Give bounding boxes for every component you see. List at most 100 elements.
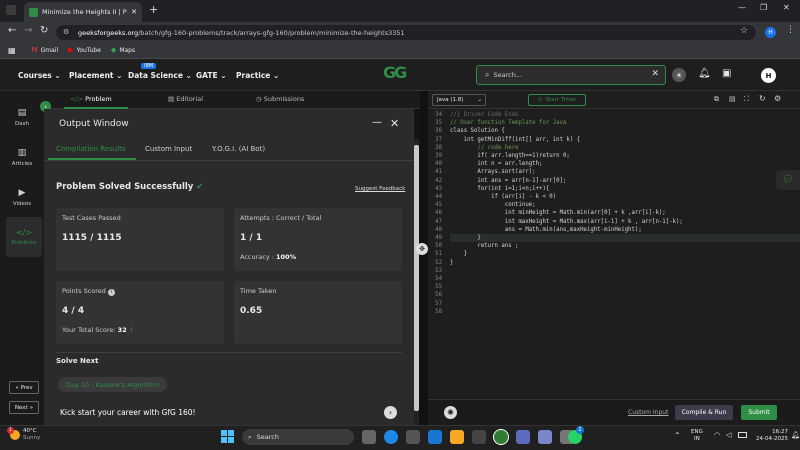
settings-gear-icon[interactable]: ⚙ xyxy=(774,94,781,103)
code-line[interactable]: //} Driver Code Ends xyxy=(450,111,800,119)
profile-avatar[interactable]: H xyxy=(765,27,776,38)
output-scrollbar[interactable] xyxy=(414,139,419,425)
code-line[interactable]: int getMinDiff(int[] arr, int k) { xyxy=(450,136,800,144)
store-icon[interactable] xyxy=(406,430,420,444)
close-tab-icon[interactable]: ✕ xyxy=(131,8,137,16)
bookmark-youtube[interactable]: ▶ YouTube xyxy=(68,46,101,54)
file-icon[interactable]: ▤ xyxy=(729,95,736,103)
photos-icon[interactable] xyxy=(538,430,552,444)
code-line[interactable]: return ans ; xyxy=(450,242,800,250)
code-line[interactable]: int ans = arr[n-1]-arr[0]; xyxy=(450,177,800,185)
code-line[interactable]: int n = arr.length; xyxy=(450,160,800,168)
copy-icon[interactable]: ⧉ xyxy=(714,95,719,104)
user-avatar[interactable]: H xyxy=(761,68,776,83)
compile-run-button[interactable]: Compile & Run xyxy=(675,405,733,420)
clock[interactable]: 16:27 24-04-2025 xyxy=(756,429,788,443)
next-button[interactable]: Next» xyxy=(9,401,39,414)
code-line[interactable]: } xyxy=(450,250,800,258)
minimize-window-icon[interactable]: — xyxy=(738,3,746,12)
windows-start-icon[interactable] xyxy=(221,430,234,443)
tab-submissions[interactable]: ◷ Submissions xyxy=(256,95,304,103)
tab-yogi-bot[interactable]: Y.O.G.I. (AI Bot) xyxy=(212,145,265,153)
reset-icon[interactable]: ↻ xyxy=(759,94,766,103)
start-timer-button[interactable]: ◷ Start Timer xyxy=(528,94,586,106)
back-icon[interactable]: ← xyxy=(8,25,16,36)
prev-button[interactable]: «Prev xyxy=(9,381,39,394)
code-line[interactable]: int minHeight = Math.min(arr[0] + k ,arr… xyxy=(450,209,800,217)
suggest-feedback-link[interactable]: Suggest Feedback xyxy=(355,186,405,192)
rail-videos[interactable]: ▶ Videos xyxy=(0,177,44,217)
close-output-icon[interactable]: ✕ xyxy=(390,117,399,130)
code-editor[interactable]: //} Driver Code Ends// User function Tem… xyxy=(446,109,800,399)
rail-dash[interactable]: ▤ Dash xyxy=(0,97,44,137)
maximize-window-icon[interactable]: ❐ xyxy=(760,3,767,12)
browser-tab[interactable]: Minimize the Heights II | Practic ✕ xyxy=(24,2,142,22)
language-indicator[interactable]: ENG IN xyxy=(691,429,703,443)
search-input[interactable]: Search... xyxy=(493,71,522,79)
nav-data-science[interactable]: Data Science ⌄ xyxy=(128,71,192,80)
nav-courses[interactable]: Courses ⌄ xyxy=(18,71,61,80)
panel-splitter[interactable] xyxy=(420,91,428,425)
teams-icon[interactable] xyxy=(516,430,530,444)
theme-toggle-icon[interactable]: ☀ xyxy=(672,68,686,82)
search-box[interactable]: ⌕ Search... ✕ xyxy=(476,65,666,85)
new-tab-icon[interactable]: + xyxy=(149,3,158,16)
rail-problems[interactable]: </> Problems xyxy=(6,217,42,257)
apps-grid-icon[interactable]: ▦ xyxy=(8,46,16,55)
tab-custom-input[interactable]: Custom Input xyxy=(145,145,192,153)
task-view-icon[interactable] xyxy=(362,430,376,444)
code-line[interactable]: // User function Template for Java xyxy=(450,119,800,127)
weather-widget[interactable]: 1 40°C Sunny xyxy=(7,427,40,442)
code-line[interactable]: } xyxy=(450,234,800,243)
code-line[interactable]: class Solution { xyxy=(450,127,800,135)
feedback-chat-icon[interactable]: 💬︎ xyxy=(776,170,800,190)
gfg-logo[interactable]: GG xyxy=(383,63,407,82)
nav-gate[interactable]: GATE ⌄ xyxy=(196,71,227,80)
drag-handle-icon[interactable]: ✥ xyxy=(416,243,428,255)
volume-icon[interactable]: ◁ xyxy=(726,431,731,439)
bookmark-star-icon[interactable]: ☆ xyxy=(740,26,748,36)
taskbar-search[interactable]: ⌕ Search xyxy=(242,429,354,445)
file-explorer-icon[interactable] xyxy=(450,430,464,444)
code-line[interactable]: int maxHeight = Math.max(arr[i-1] + k , … xyxy=(450,218,800,226)
code-line[interactable]: ans = Math.min(ans,maxHeight-minHeight); xyxy=(450,226,800,234)
info-icon[interactable]: i xyxy=(108,289,116,296)
code-line[interactable]: if (arr[i] - k < 0) xyxy=(450,193,800,201)
site-info-icon[interactable]: ⚙ xyxy=(63,28,69,36)
battery-icon[interactable] xyxy=(738,432,747,438)
nav-practice[interactable]: Practice ⌄ xyxy=(236,71,279,80)
wifi-icon[interactable]: ◠ xyxy=(714,431,720,439)
language-select[interactable]: Java (1.8) ⌄ xyxy=(432,94,486,106)
fullscreen-icon[interactable]: ⛶ xyxy=(744,95,749,104)
close-window-icon[interactable]: ✕ xyxy=(783,3,790,12)
notification-bell-icon[interactable]: 🔔︎ xyxy=(698,68,711,79)
edge-icon[interactable] xyxy=(384,430,398,444)
notifications-icon[interactable]: 🔔︎ xyxy=(791,431,800,439)
address-bar[interactable]: ⚙ geeksforgeeks.org/batch/gfg-160-proble… xyxy=(56,25,756,40)
cart-icon[interactable]: ▣ xyxy=(722,68,731,79)
submit-button[interactable]: Submit xyxy=(741,405,777,420)
tab-editorial[interactable]: ▤ Editorial xyxy=(168,95,203,103)
clear-search-icon[interactable]: ✕ xyxy=(651,69,659,79)
code-line[interactable]: } xyxy=(450,259,800,267)
code-line[interactable]: for(int i=1;i<n;i++){ xyxy=(450,185,800,193)
browser-menu-icon[interactable]: ⋮ xyxy=(786,25,795,35)
hint-bulb-icon[interactable]: ✺ xyxy=(444,406,457,419)
vscode-icon[interactable] xyxy=(428,430,442,444)
code-line[interactable]: continue; xyxy=(450,201,800,209)
scrollbar-thumb[interactable] xyxy=(414,145,419,411)
bookmark-gmail[interactable]: M Gmail xyxy=(32,46,59,54)
tab-list-icon[interactable] xyxy=(6,5,16,15)
code-line[interactable]: Arrays.sort(arr); xyxy=(450,168,800,176)
chrome-icon[interactable] xyxy=(494,430,508,444)
custom-input-link[interactable]: Custom Input xyxy=(628,409,668,416)
forward-icon[interactable]: → xyxy=(24,25,32,36)
next-problem-chip[interactable]: Day 10 - Kadane's Algorithm xyxy=(58,377,168,392)
code-line[interactable]: // code here xyxy=(450,144,800,152)
code-line[interactable]: if( arr.length==1)return 0; xyxy=(450,152,800,160)
tab-compilation-results[interactable]: Compilation Results xyxy=(56,145,126,153)
tab-problem[interactable]: </> Problem xyxy=(70,95,112,103)
app-icon[interactable] xyxy=(472,430,486,444)
whatsapp-icon[interactable]: 2 xyxy=(568,426,584,444)
reload-icon[interactable]: ↻ xyxy=(40,25,48,36)
